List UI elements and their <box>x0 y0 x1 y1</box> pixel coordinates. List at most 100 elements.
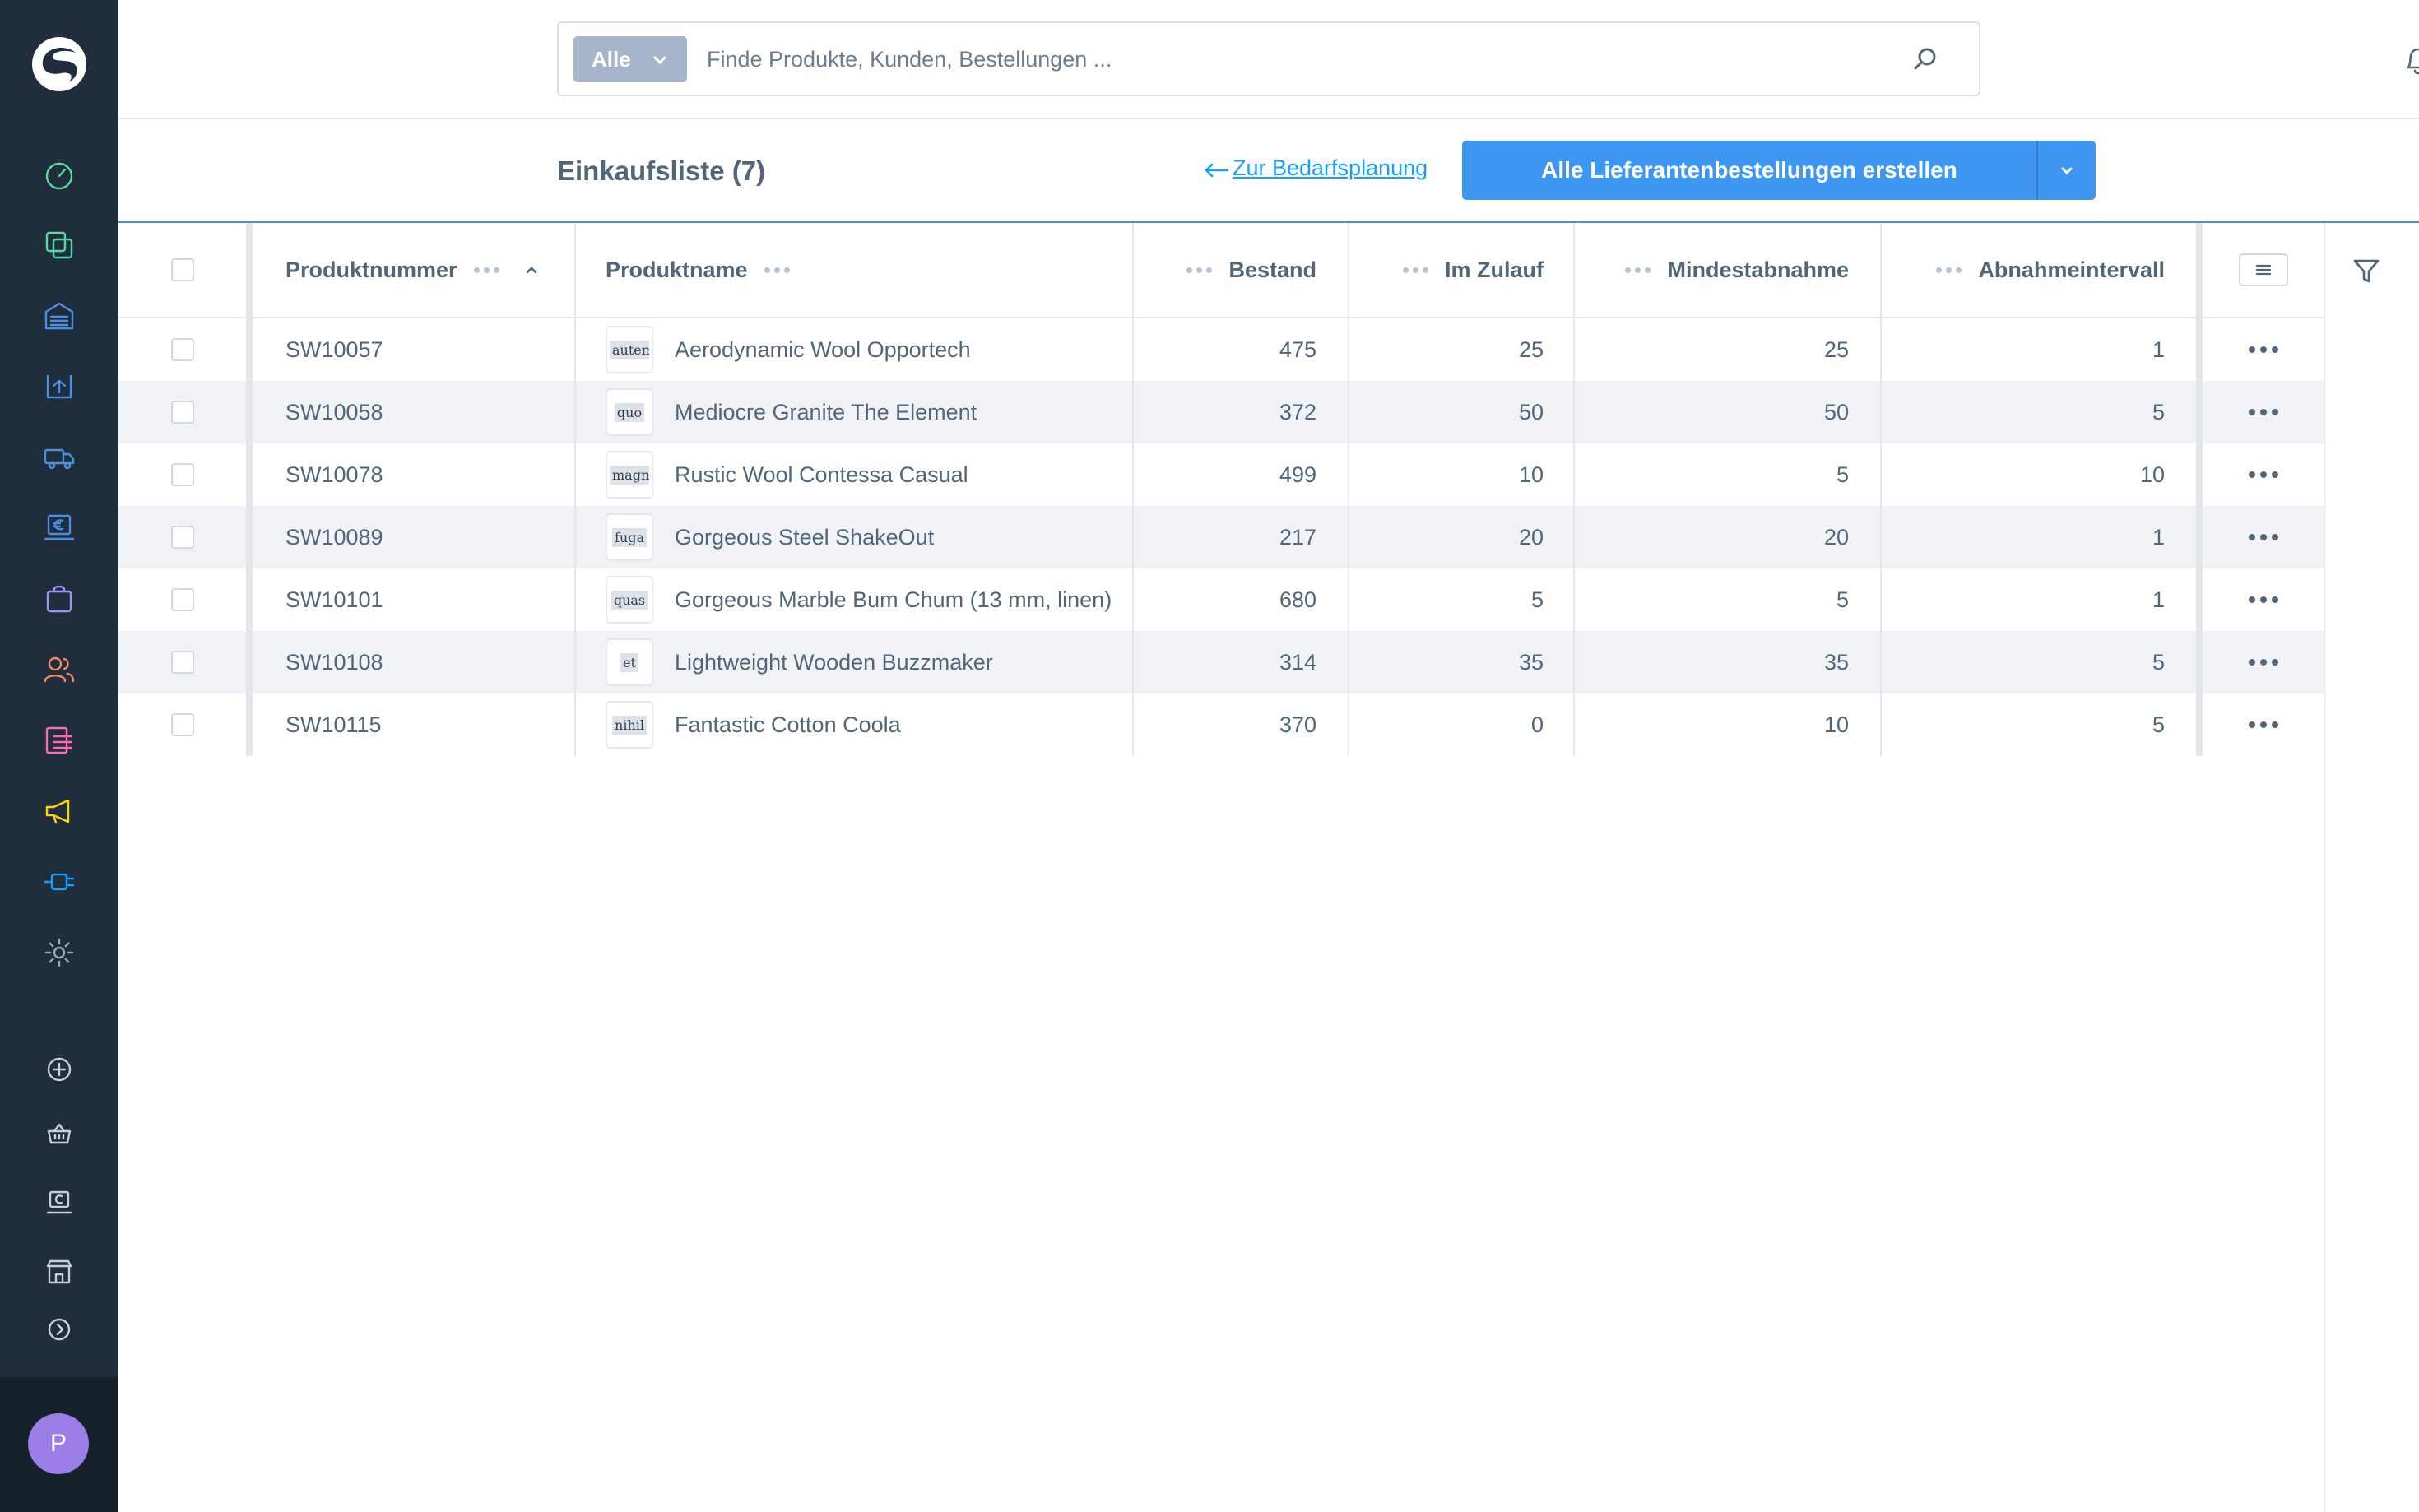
table-row[interactable]: SW10078 magni Rustic Wool Contessa Casua… <box>118 443 2324 506</box>
sidebar-expand[interactable] <box>38 1308 81 1351</box>
column-options-icon[interactable] <box>1625 267 1651 273</box>
sidebar-item-stock[interactable] <box>38 365 81 408</box>
more-actions-button[interactable] <box>2036 141 2096 200</box>
column-options-icon[interactable] <box>764 267 790 273</box>
product-number: SW10089 <box>286 524 383 550</box>
register-icon <box>46 1190 72 1214</box>
quick-action-store[interactable] <box>38 1250 81 1293</box>
row-checkbox[interactable] <box>170 713 194 736</box>
column-header-product-number[interactable]: Produktnummer <box>246 223 574 317</box>
thumbnail-label: magni <box>610 465 649 485</box>
table-row[interactable]: SW10115 nihil Fantastic Cotton Coola 370… <box>118 693 2324 756</box>
stock-icon <box>46 374 72 399</box>
column-header-minimum-purchase[interactable]: Mindestabnahme <box>1573 223 1880 317</box>
inflow-cell: 5 <box>1348 568 1573 631</box>
sidebar-item-orders[interactable] <box>38 577 81 620</box>
back-to-demand-planning-link[interactable]: Zur Bedarfsplanung <box>1203 155 1428 181</box>
quick-action-register[interactable] <box>38 1181 81 1224</box>
column-header-product-name[interactable]: Produktname <box>574 223 1132 317</box>
notification-bell-icon[interactable] <box>2399 41 2419 79</box>
row-actions-icon[interactable] <box>2248 721 2278 728</box>
column-label: Abnahmeintervall <box>1978 257 2165 282</box>
product-name[interactable]: Lightweight Wooden Buzzmaker <box>675 650 993 675</box>
sidebar-item-supplier[interactable] <box>38 436 81 479</box>
row-checkbox[interactable] <box>170 588 194 611</box>
product-name[interactable]: Gorgeous Marble Bum Chum (13 mm, linen) <box>675 587 1112 613</box>
table-row[interactable]: SW10101 quas Gorgeous Marble Bum Chum (1… <box>118 568 2324 631</box>
search-type-select[interactable]: Alle <box>573 36 687 82</box>
sidebar-item-customers[interactable] <box>38 648 81 691</box>
shopware-logo[interactable] <box>30 35 89 94</box>
purchase-interval-value: 1 <box>2152 336 2165 362</box>
row-actions-icon[interactable] <box>2248 659 2278 666</box>
table-row[interactable]: SW10089 fuga Gorgeous Steel ShakeOut 217… <box>118 506 2324 568</box>
product-number: SW10115 <box>286 712 382 737</box>
product-number-cell: SW10078 <box>246 443 574 506</box>
row-actions-icon[interactable] <box>2248 346 2278 353</box>
row-actions-cell <box>2196 318 2324 381</box>
product-name[interactable]: Rustic Wool Contessa Casual <box>675 462 968 488</box>
product-name-cell: magni Rustic Wool Contessa Casual <box>574 443 1132 506</box>
product-name[interactable]: Mediocre Granite The Element <box>675 400 977 425</box>
filter-icon[interactable] <box>2350 254 2383 287</box>
sidebar-item-settings[interactable] <box>38 931 81 974</box>
table-row[interactable]: SW10057 autem Aerodynamic Wool Opportech… <box>118 318 2324 381</box>
product-name-cell: et Lightweight Wooden Buzzmaker <box>574 631 1132 693</box>
content-icon <box>45 726 73 754</box>
thumbnail-label: fuga <box>611 527 647 547</box>
column-label: Mindestabnahme <box>1667 257 1849 282</box>
row-select-cell <box>118 443 246 506</box>
column-header-inflow[interactable]: Im Zulauf <box>1348 223 1573 317</box>
list-icon <box>2255 264 2271 276</box>
product-number: SW10057 <box>286 336 383 362</box>
product-name[interactable]: Fantastic Cotton Coola <box>675 712 901 738</box>
row-actions-icon[interactable] <box>2248 534 2278 540</box>
create-all-supplier-orders-button[interactable]: Alle Lieferantenbestellungen erstellen <box>1462 141 2036 200</box>
column-header-purchase-interval[interactable]: Abnahmeintervall <box>1880 223 2196 317</box>
column-options-icon[interactable] <box>1936 267 1962 273</box>
product-number: SW10101 <box>286 587 383 612</box>
row-actions-cell <box>2196 693 2324 756</box>
table-row[interactable]: SW10108 et Lightweight Wooden Buzzmaker … <box>118 631 2324 693</box>
row-checkbox[interactable] <box>170 401 194 424</box>
select-all-checkbox[interactable] <box>170 258 194 281</box>
row-select-cell <box>118 568 246 631</box>
chevron-down-icon <box>2061 167 2073 175</box>
row-checkbox[interactable] <box>170 526 194 549</box>
table-row[interactable]: SW10058 quo Mediocre Granite The Element… <box>118 381 2324 443</box>
sidebar-item-content[interactable] <box>38 719 81 762</box>
product-name[interactable]: Aerodynamic Wool Opportech <box>675 337 971 363</box>
quick-action-add[interactable] <box>38 1048 81 1091</box>
user-avatar[interactable]: P <box>28 1413 89 1474</box>
column-options-icon[interactable] <box>473 267 499 273</box>
row-actions-icon[interactable] <box>2248 409 2278 415</box>
row-actions-icon[interactable] <box>2248 596 2278 603</box>
minimum-purchase-value: 5 <box>1836 587 1849 612</box>
sidebar-item-warehouse[interactable] <box>38 295 81 337</box>
column-header-stock[interactable]: Bestand <box>1132 223 1348 317</box>
search-icon[interactable] <box>1908 43 1941 76</box>
sort-ascending-icon[interactable] <box>524 262 539 277</box>
sidebar-item-finance[interactable] <box>38 507 81 550</box>
purchase-interval-cell: 5 <box>1880 693 2196 756</box>
row-checkbox[interactable] <box>170 463 194 486</box>
sidebar-item-dashboard[interactable] <box>38 153 81 196</box>
sidebar-item-marketing[interactable] <box>38 790 81 833</box>
product-name[interactable]: Gorgeous Steel ShakeOut <box>675 525 934 550</box>
product-thumbnail: nihil <box>606 701 653 749</box>
row-select-cell <box>118 318 246 381</box>
column-settings-button[interactable] <box>2238 253 2288 286</box>
product-thumbnail: autem <box>606 326 653 373</box>
sidebar-item-extensions[interactable] <box>38 860 81 903</box>
column-options-icon[interactable] <box>1186 267 1213 273</box>
sidebar-item-catalogues[interactable] <box>38 224 81 267</box>
row-actions-icon[interactable] <box>2248 471 2278 478</box>
row-checkbox[interactable] <box>170 338 194 361</box>
quick-action-basket[interactable] <box>38 1112 81 1155</box>
product-number-cell: SW10057 <box>246 318 574 381</box>
warehouse-icon <box>44 302 74 330</box>
row-checkbox[interactable] <box>170 651 194 674</box>
search-input[interactable] <box>707 38 1859 81</box>
column-options-icon[interactable] <box>1403 267 1428 273</box>
product-thumbnail: fuga <box>606 513 653 561</box>
